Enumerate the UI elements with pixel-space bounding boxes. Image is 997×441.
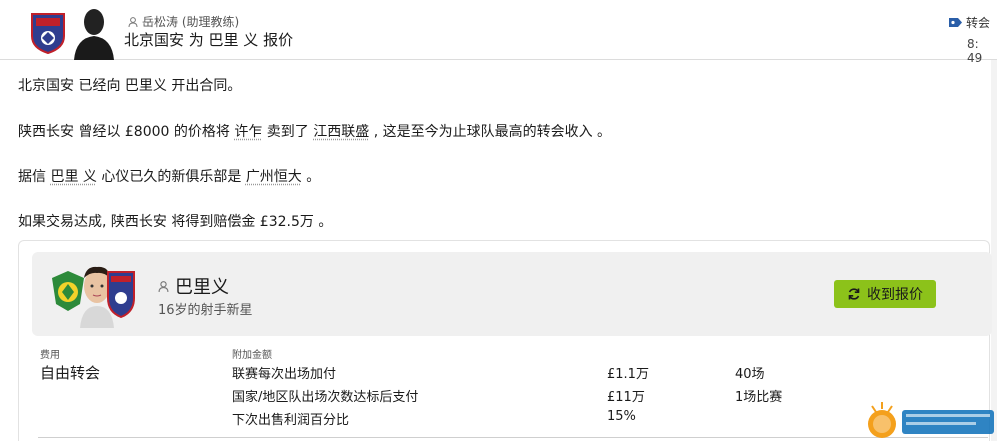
player-description: 16岁的射手新星 <box>158 303 253 318</box>
tag-icon <box>949 18 962 27</box>
text-segment: 卖到了 <box>262 124 314 140</box>
person-icon <box>128 16 138 27</box>
sender-name[interactable]: 岳松涛 (助理教练) <box>142 13 239 30</box>
club-link[interactable]: 江西联盛 <box>313 124 369 140</box>
refresh-icon <box>848 288 860 300</box>
bonus-name: 联赛每次出场加付 <box>232 367 337 382</box>
message-time: 8: 49 <box>967 37 983 65</box>
bonus-name: 下次出售利润百分比 <box>232 413 350 428</box>
tag-label[interactable]: 转会 <box>966 14 990 31</box>
sender-line: 岳松涛 (助理教练) <box>128 13 239 30</box>
bonus-amount: 15% <box>607 409 636 424</box>
club-crest-icon <box>107 271 135 318</box>
scrollbar[interactable] <box>991 60 997 441</box>
message-line-4: 如果交易达成, 陕西长安 将得到赔偿金 £32.5万 。 <box>18 214 333 230</box>
message-header: 岳松涛 (助理教练) 北京国安 为 巴里 义 报价 转会 8: 49 <box>0 0 997 65</box>
bonus-amount: £1.1万 <box>607 367 649 382</box>
text-segment: , 这是至今为止球队最高的转会收入 。 <box>369 124 612 140</box>
manager-avatar <box>74 9 114 60</box>
message-line-3: 据信 巴里 义 心仪已久的新俱乐部是 广州恒大 。 <box>18 166 320 186</box>
text-segment: 陕西长安 曾经以 £8000 的价格将 <box>18 124 235 140</box>
fee-value: 自由转会 <box>40 364 101 382</box>
fee-label: 费用 <box>40 350 60 361</box>
person-icon <box>158 280 169 292</box>
message-subject: 北京国安 为 巴里 义 报价 <box>124 31 294 49</box>
bonus-condition: 40场 <box>735 367 765 382</box>
received-offer-label: 收到报价 <box>867 287 923 303</box>
player-link[interactable]: 巴里 义 <box>50 169 96 185</box>
club-crest-icon <box>31 13 65 54</box>
bonus-amount: £11万 <box>607 390 645 405</box>
message-meta: 转会 8: 49 <box>949 14 997 65</box>
player-link[interactable]: 许乍 <box>234 124 262 140</box>
bonus-name: 国家/地区队出场次数达标后支付 <box>232 390 419 405</box>
bonus-condition: 1场比赛 <box>735 390 783 405</box>
text-segment: 。 <box>301 169 321 185</box>
club-link[interactable]: 广州恒大 <box>246 169 302 185</box>
watermark-logo <box>868 402 994 438</box>
divider <box>38 437 988 438</box>
received-offer-button[interactable]: 收到报价 <box>834 280 936 308</box>
player-name[interactable]: 巴里义 <box>175 273 229 299</box>
text-segment: 据信 <box>18 169 51 185</box>
bonus-label: 附加金额 <box>232 350 272 361</box>
text-segment: 心仪已久的新俱乐部是 <box>96 169 246 185</box>
message-line-1: 北京国安 已经向 巴里义 开出合同。 <box>18 78 242 94</box>
message-line-2: 陕西长安 曾经以 £8000 的价格将 许乍 卖到了 江西联盛 , 这是至今为止… <box>18 121 611 141</box>
player-name-row: 巴里义 <box>158 273 229 299</box>
